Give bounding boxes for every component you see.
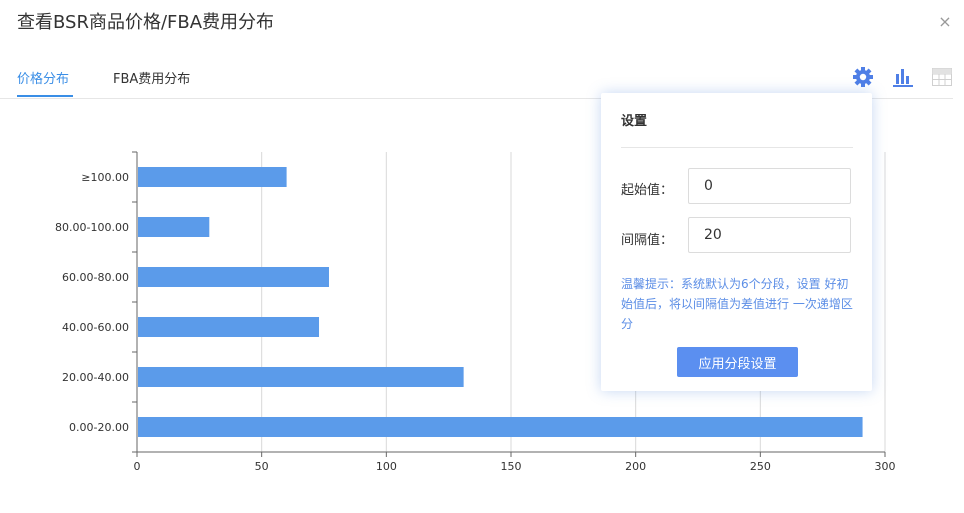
- y-tick-label: 40.00-60.00: [62, 321, 129, 334]
- settings-popover: 设置 起始值： 间隔值： 温馨提示：系统默认为6个分段，设置 好初始值后，将以间…: [601, 93, 872, 391]
- x-tick-label: 50: [255, 460, 269, 473]
- bar: [138, 267, 329, 287]
- bar: [138, 317, 320, 337]
- settings-title: 设置: [621, 114, 648, 129]
- x-tick-label: 250: [750, 460, 771, 473]
- table-icon[interactable]: [931, 66, 953, 88]
- close-icon[interactable]: ×: [935, 12, 955, 32]
- active-tab-indicator: [17, 95, 73, 97]
- start-value-label: 起始值：: [621, 183, 674, 198]
- bar: [138, 367, 464, 387]
- y-tick-label: 60.00-80.00: [62, 271, 129, 284]
- y-tick-label: ≥100.00: [81, 171, 129, 184]
- y-tick-label: 80.00-100.00: [55, 221, 129, 234]
- bar-chart-icon[interactable]: [892, 66, 914, 88]
- x-tick-label: 300: [875, 460, 896, 473]
- tab-price-distribution[interactable]: 价格分布: [17, 68, 69, 87]
- settings-divider: [621, 147, 853, 148]
- interval-value-label: 间隔值：: [621, 233, 674, 248]
- x-tick-label: 100: [376, 460, 397, 473]
- apply-segment-settings-button[interactable]: 应用分段设置: [677, 347, 798, 377]
- tab-fba-fee-distribution[interactable]: FBA费用分布: [113, 68, 190, 87]
- gear-icon[interactable]: [852, 66, 874, 88]
- x-tick-label: 0: [134, 460, 141, 473]
- bar: [138, 417, 863, 437]
- modal-title: 查看BSR商品价格/FBA费用分布: [17, 12, 275, 33]
- x-tick-label: 200: [625, 460, 646, 473]
- y-tick-label: 20.00-40.00: [62, 371, 129, 384]
- start-value-input[interactable]: [688, 168, 851, 204]
- bar: [138, 167, 287, 187]
- interval-value-input[interactable]: [688, 217, 851, 253]
- y-tick-label: 0.00-20.00: [69, 421, 129, 434]
- bar: [138, 217, 210, 237]
- x-tick-label: 150: [501, 460, 522, 473]
- settings-tip: 温馨提示：系统默认为6个分段，设置 好初始值后，将以间隔值为差值进行 一次递增区…: [621, 277, 853, 331]
